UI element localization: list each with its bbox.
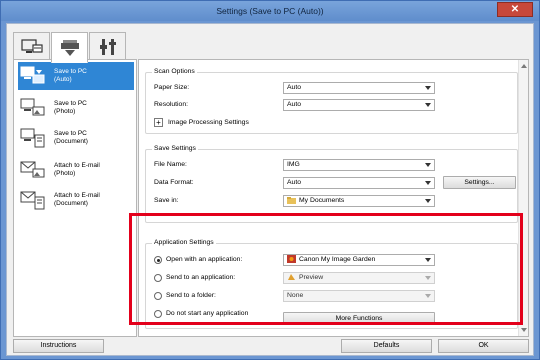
- send-to-application-select[interactable]: Preview: [283, 272, 435, 284]
- send-to-folder-select[interactable]: None: [283, 290, 435, 302]
- resolution-select[interactable]: Auto: [283, 99, 435, 111]
- application-settings-title: Application Settings: [152, 239, 216, 246]
- close-button[interactable]: ✕: [497, 2, 533, 17]
- ok-button[interactable]: OK: [438, 339, 529, 353]
- file-name-value: IMG: [287, 161, 300, 168]
- nav-item-save-to-pc-document[interactable]: Save to PC (Document): [18, 124, 134, 152]
- image-garden-icon: [287, 254, 296, 263]
- send-to-application-radio[interactable]: [154, 274, 162, 282]
- nav-label-line1: Attach to E-mail: [54, 192, 100, 199]
- preview-app-icon: [288, 273, 295, 280]
- save-in-select[interactable]: My Documents: [283, 195, 435, 207]
- more-functions-button[interactable]: More Functions: [283, 312, 435, 325]
- open-with-application-label: Open with an application:: [166, 256, 243, 263]
- paper-size-value: Auto: [287, 84, 301, 91]
- chevron-down-icon: [425, 276, 431, 280]
- nav-label-line1: Save to PC: [54, 130, 87, 137]
- resolution-value: Auto: [287, 101, 301, 108]
- open-with-application-radio[interactable]: [154, 256, 162, 264]
- defaults-button[interactable]: Defaults: [341, 339, 432, 353]
- client-area: Save to PC (Auto) Save to PC (Photo) Sav…: [6, 23, 534, 356]
- scroll-up-icon[interactable]: [521, 64, 527, 68]
- do-not-start-application-label: Do not start any application: [166, 310, 249, 317]
- nav-label-line1: Save to PC: [54, 68, 87, 75]
- settings-button[interactable]: Settings...: [443, 176, 516, 189]
- open-with-application-select[interactable]: Canon My Image Garden: [283, 254, 435, 266]
- application-settings-group: Application Settings Open with an applic…: [145, 239, 518, 329]
- nav-item-save-to-pc-photo[interactable]: Save to PC (Photo): [18, 94, 134, 122]
- send-to-folder-value: None: [287, 292, 304, 299]
- chevron-down-icon: [425, 181, 431, 185]
- title-bar[interactable]: Settings (Save to PC (Auto)) ✕: [1, 1, 539, 21]
- folder-icon: [287, 196, 296, 204]
- window-title: Settings (Save to PC (Auto)): [216, 6, 324, 16]
- save-to-pc-document-icon: [20, 128, 45, 148]
- send-to-application-value: Preview: [299, 274, 324, 281]
- expand-image-processing-toggle[interactable]: +: [154, 118, 163, 127]
- save-in-label: Save in:: [154, 197, 179, 204]
- chevron-down-icon: [425, 199, 431, 203]
- scan-options-title: Scan Options: [152, 68, 197, 75]
- paper-size-select[interactable]: Auto: [283, 82, 435, 94]
- save-to-pc-photo-icon: [20, 98, 45, 116]
- tab-scan-from-operation-panel[interactable]: [51, 32, 88, 63]
- scanner-icon: [60, 39, 79, 56]
- scanner-computer-icon: [20, 39, 43, 53]
- image-processing-settings-label: Image Processing Settings: [168, 119, 249, 126]
- paper-size-label: Paper Size:: [154, 84, 190, 91]
- nav-label-line2: (Photo): [54, 170, 76, 177]
- scan-mode-list: Save to PC (Auto) Save to PC (Photo) Sav…: [13, 59, 137, 337]
- data-format-value: Auto: [287, 179, 301, 186]
- save-settings-title: Save Settings: [152, 145, 198, 152]
- chevron-down-icon: [425, 294, 431, 298]
- nav-label-line1: Save to PC: [54, 100, 87, 107]
- open-with-application-value: Canon My Image Garden: [299, 256, 376, 263]
- scroll-down-icon[interactable]: [521, 328, 527, 332]
- nav-label-line2: (Document): [54, 138, 88, 145]
- chevron-down-icon: [425, 86, 431, 90]
- data-format-label: Data Format:: [154, 179, 194, 186]
- resolution-label: Resolution:: [154, 101, 189, 108]
- chevron-down-icon: [425, 163, 431, 167]
- vertical-scrollbar[interactable]: [518, 60, 528, 336]
- nav-label-line2: (Document): [54, 200, 88, 207]
- nav-item-attach-email-document[interactable]: Attach to E-mail (Document): [18, 186, 134, 214]
- email-document-icon: [20, 191, 45, 210]
- send-to-folder-radio[interactable]: [154, 292, 162, 300]
- scan-options-group: Scan Options Paper Size: Auto Resolution…: [145, 68, 518, 134]
- settings-window: Settings (Save to PC (Auto)) ✕ Save to P…: [0, 0, 540, 360]
- save-in-value: My Documents: [299, 197, 345, 204]
- send-to-folder-label: Send to a folder:: [166, 292, 216, 299]
- tools-icon: [99, 39, 116, 55]
- instructions-button[interactable]: Instructions: [13, 339, 104, 353]
- file-name-combobox[interactable]: IMG: [283, 159, 435, 171]
- tab-scan-from-computer[interactable]: [13, 32, 50, 62]
- save-settings-group: Save Settings File Name: IMG Data Format…: [145, 145, 518, 223]
- chevron-down-icon: [425, 103, 431, 107]
- nav-item-attach-email-photo[interactable]: Attach to E-mail (Photo): [18, 156, 134, 184]
- send-to-application-label: Send to an application:: [166, 274, 236, 281]
- save-to-pc-icon: [20, 66, 45, 84]
- settings-panel: Scan Options Paper Size: Auto Resolution…: [138, 59, 529, 337]
- nav-label-line2: (Auto): [54, 76, 72, 83]
- nav-item-save-to-pc-auto[interactable]: Save to PC (Auto): [18, 62, 134, 90]
- data-format-select[interactable]: Auto: [283, 177, 435, 189]
- nav-label-line2: (Photo): [54, 108, 76, 115]
- email-photo-icon: [20, 161, 45, 178]
- do-not-start-application-radio[interactable]: [154, 310, 162, 318]
- chevron-down-icon: [425, 258, 431, 262]
- nav-label-line1: Attach to E-mail: [54, 162, 100, 169]
- file-name-label: File Name:: [154, 161, 187, 168]
- tab-general-settings[interactable]: [89, 32, 126, 62]
